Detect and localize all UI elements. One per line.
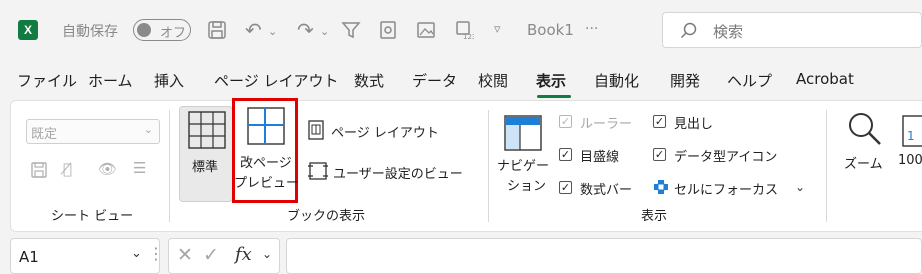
undo-icon[interactable]: ↶ (245, 19, 262, 41)
tab-insert[interactable]: 挿入 (154, 70, 184, 91)
page-layout-view-label: ページ レイアウト (331, 126, 439, 141)
new-sheet-view-icon: 👁 (98, 160, 118, 178)
insert-function-icon[interactable]: fx (235, 244, 252, 265)
data-type-icons-label: データ型アイコン (674, 150, 778, 165)
focus-cell-dropdown-icon[interactable]: ⌄ (795, 180, 805, 194)
sheet-view-dropdown-value: 既定 (31, 127, 58, 142)
filter-icon[interactable] (341, 20, 361, 40)
redo-dropdown-icon[interactable]: ⌄ (320, 21, 329, 43)
group-divider (826, 110, 827, 222)
title-bar: X 自動保存 オフ ↶ ⌄ ↷ ⌄ 123 ▿ Book1 ··· 検索 (0, 0, 922, 60)
toggle-knob-icon (137, 23, 151, 37)
formula-bar-splitter-icon[interactable]: ⋮ (148, 244, 164, 263)
focus-cell-label: セルにフォーカス (674, 183, 779, 198)
document-name: Book1 (527, 21, 574, 39)
checkbox-checked-disabled-icon: ✓ (559, 115, 572, 128)
tab-automate[interactable]: 自動化 (594, 70, 639, 91)
name-box-value: A1 (19, 248, 39, 266)
page-break-preview-label-1: 改ページ (240, 156, 292, 171)
normal-view-label: 標準 (192, 160, 219, 175)
exit-sheet-view-icon: 👁̸ (63, 160, 73, 178)
custom-views-label: ユーザー設定のビュー (333, 167, 463, 182)
workbook-views-group-label: ブックの表示 (287, 209, 366, 224)
navigation-button[interactable]: ナビゲー ション (497, 110, 549, 200)
normal-view-icon (188, 111, 226, 149)
formula-input[interactable] (286, 238, 922, 274)
autosave-toggle-label: オフ (160, 26, 187, 41)
tab-review[interactable]: 校閲 (478, 70, 508, 91)
zoom-100-icon: 1 (902, 115, 922, 147)
page-break-preview-button[interactable]: 改ページ プレビュー (232, 98, 300, 203)
tab-data[interactable]: データ (412, 70, 457, 91)
name-box[interactable]: A1 ⌄ (10, 238, 160, 274)
zoom-button[interactable]: ズーム (838, 108, 890, 178)
sheet-view-dropdown[interactable]: 既定 ⌄ (26, 119, 160, 144)
checkbox-checked-icon: ✓ (653, 115, 666, 128)
page-layout-icon (308, 120, 324, 140)
magnifier-icon (849, 113, 881, 145)
redo-icon[interactable]: ↷ (297, 19, 314, 41)
tab-view[interactable]: 表示 (536, 70, 566, 91)
tab-formulas[interactable]: 数式 (354, 70, 384, 91)
tab-page-layout[interactable]: ページ レイアウト (214, 70, 338, 91)
custom-views-icon (308, 162, 328, 180)
print-preview-icon[interactable] (378, 20, 398, 40)
customize-quick-access-icon[interactable]: ▿ (494, 19, 501, 41)
gridlines-label: 目盛線 (580, 150, 620, 165)
checkbox-checked-icon: ✓ (559, 148, 572, 161)
keep-sheet-view-icon (31, 162, 47, 178)
autosave-label: 自動保存 (62, 24, 118, 40)
focus-cell-icon (654, 180, 668, 194)
active-tab-indicator (537, 95, 571, 98)
undo-dropdown-icon[interactable]: ⌄ (268, 21, 277, 43)
image-icon[interactable] (416, 20, 436, 40)
svg-text:1: 1 (907, 129, 915, 143)
search-icon (680, 22, 697, 39)
autosave-toggle[interactable]: オフ (133, 19, 191, 41)
navigation-pane-icon (504, 115, 542, 151)
checkbox-checked-icon: ✓ (653, 148, 666, 161)
save-icon[interactable] (207, 20, 227, 40)
ruler-label: ルーラー (580, 117, 633, 132)
enter-check-icon[interactable]: ✓ (203, 244, 219, 266)
group-divider (169, 110, 170, 222)
formula-buttons: ✕ ✓ fx ⌄ (168, 238, 280, 274)
zoom-label: ズーム (844, 157, 883, 172)
checkbox-checked-icon: ✓ (559, 181, 572, 194)
navigation-label-2: ション (507, 179, 547, 194)
tab-developer[interactable]: 開発 (670, 70, 700, 91)
navigation-label-1: ナビゲー (497, 159, 550, 174)
normal-view-button[interactable]: 標準 (179, 106, 233, 202)
group-divider (488, 110, 489, 222)
sheet-view-group-label: シート ビュー (51, 209, 134, 224)
zoom-100-label: 100 (898, 153, 922, 168)
headings-label: 見出し (674, 117, 714, 132)
page-break-preview-icon (247, 107, 285, 145)
excel-logo-icon: X (18, 20, 42, 40)
search-placeholder: 検索 (713, 23, 744, 41)
fx-dropdown-icon[interactable]: ⌄ (262, 247, 272, 261)
formula-bar-label: 数式バー (580, 183, 633, 198)
search-box[interactable]: 検索 (662, 12, 922, 48)
tab-home[interactable]: ホーム (88, 70, 133, 91)
cancel-icon[interactable]: ✕ (177, 244, 193, 266)
number-format-icon[interactable]: 123 (454, 20, 474, 40)
document-more[interactable]: ··· (585, 21, 598, 37)
tab-file[interactable]: ファイル (17, 70, 77, 91)
tab-help[interactable]: ヘルプ (727, 70, 772, 91)
name-box-dropdown-icon[interactable]: ⌄ (131, 246, 142, 261)
zoom-100-button[interactable]: 1 100 (898, 110, 922, 180)
chevron-down-icon: ⌄ (143, 123, 153, 136)
page-break-preview-label-2: プレビュー (234, 176, 300, 191)
sheet-view-options-icon: ☰ (133, 159, 147, 177)
show-group-label: 表示 (641, 209, 668, 224)
svg-text:123: 123 (463, 33, 474, 40)
tab-acrobat[interactable]: Acrobat (796, 70, 854, 88)
